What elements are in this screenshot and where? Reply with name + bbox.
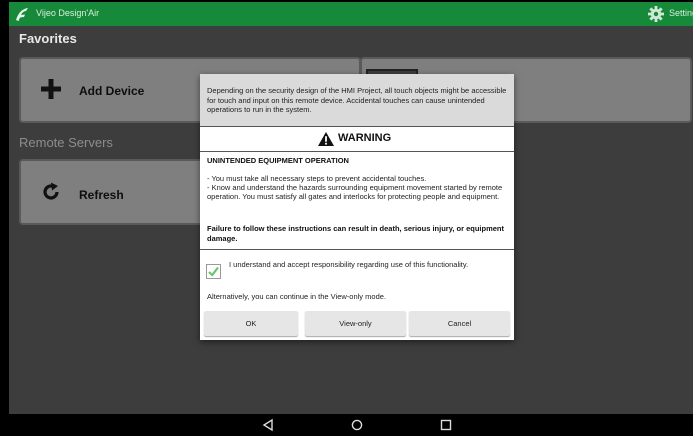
vijeo-logo-icon [16,8,28,21]
recents-square-icon[interactable] [435,414,457,436]
favorites-heading: Favorites [19,31,77,46]
cancel-button[interactable]: Cancel [409,311,510,336]
hazard-line: - You must take all necessary steps to p… [207,174,427,183]
settings-label[interactable]: Settings [669,8,693,18]
android-nav-bar [9,414,693,436]
back-triangle-icon[interactable] [257,414,279,436]
warning-header: WARNING [200,127,514,152]
hazard-title: UNINTENDED EQUIPMENT OPERATION [207,156,349,165]
remote-servers-heading: Remote Servers [19,135,113,150]
security-warning-dialog: Depending on the security design of the … [200,74,514,340]
gear-icon[interactable] [647,5,665,23]
dialog-divider [200,249,514,250]
app-bar: Vijeo Design'Air Settings [9,2,693,26]
home-circle-icon[interactable] [346,414,368,436]
warning-triangle-icon [318,132,334,146]
app-title: Vijeo Design'Air [36,8,100,18]
warning-title: WARNING [338,132,392,144]
hazard-line: - Know and understand the hazards surrou… [207,183,503,201]
refresh-button[interactable]: Refresh [19,159,223,225]
add-device-label: Add Device [79,84,145,98]
refresh-label: Refresh [79,188,124,202]
alternative-text: Alternatively, you can continue in the V… [207,292,386,301]
view-only-button[interactable]: View-only [305,311,406,336]
checkmark-icon [208,266,219,277]
ok-button[interactable]: OK [204,311,298,336]
hazard-consequence: Failure to follow these instructions can… [207,224,504,243]
acknowledge-checkbox[interactable] [206,264,221,279]
dialog-intro-panel: Depending on the security design of the … [200,74,514,127]
refresh-icon [43,182,59,200]
dialog-intro-text: Depending on the security design of the … [207,86,507,114]
hazard-body: - You must take all necessary steps to p… [207,174,509,201]
plus-icon [41,79,61,99]
acknowledge-text[interactable]: I understand and accept responsibility r… [229,260,499,270]
